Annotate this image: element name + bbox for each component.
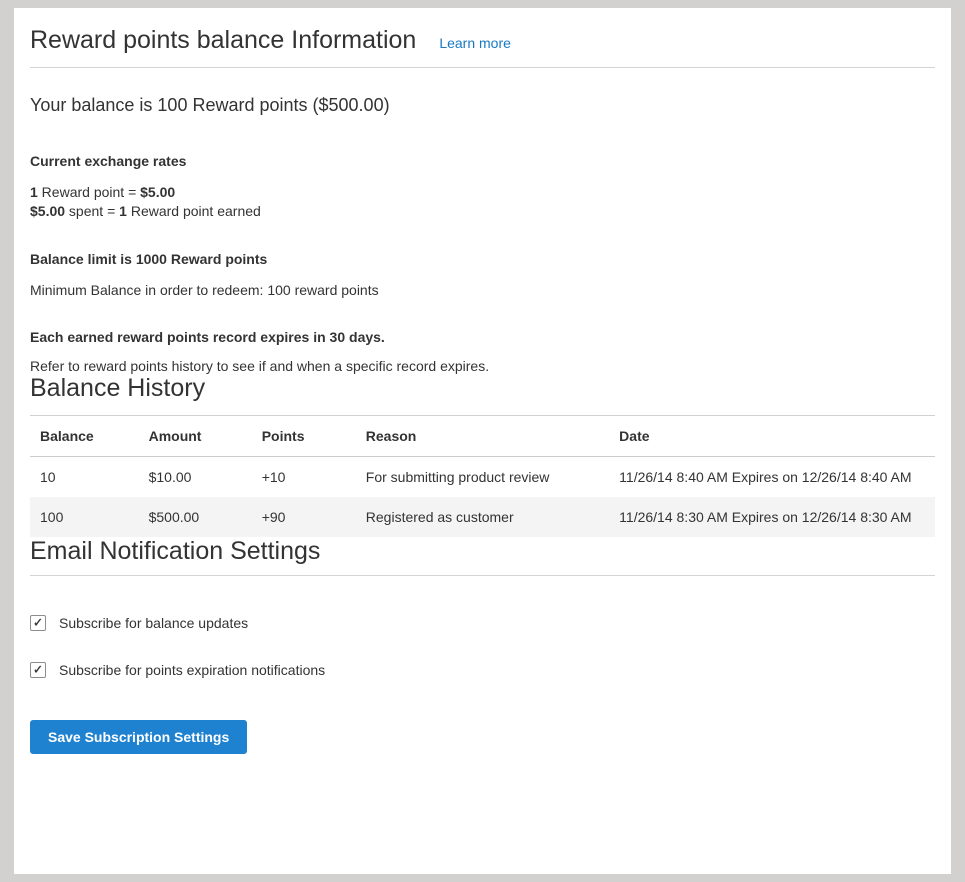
column-header-amount: Amount (139, 416, 252, 457)
column-header-points: Points (252, 416, 356, 457)
column-header-reason: Reason (356, 416, 609, 457)
balance-updates-label: Subscribe for balance updates (59, 615, 248, 631)
notification-divider (30, 575, 935, 576)
column-header-date: Date (609, 416, 935, 457)
cell-amount: $10.00 (139, 457, 252, 498)
balance-history-heading: Balance History (30, 374, 935, 402)
cell-balance: 100 (30, 497, 139, 537)
expiration-hint: Refer to reward points history to see if… (30, 358, 935, 374)
table-row: 100 $500.00 +90 Registered as customer 1… (30, 497, 935, 537)
reward-info-card: Reward points balance Information Learn … (14, 8, 951, 874)
cell-amount: $500.00 (139, 497, 252, 537)
cell-balance: 10 (30, 457, 139, 498)
exchange-rates-heading: Current exchange rates (30, 153, 935, 169)
minimum-redeem-text: Minimum Balance in order to redeem: 100 … (30, 282, 935, 298)
cell-reason: Registered as customer (356, 497, 609, 537)
balance-summary: Your balance is 100 Reward points ($500.… (30, 95, 935, 115)
balance-history-table: Balance Amount Points Reason Date 10 $10… (30, 415, 935, 537)
header-divider (30, 67, 935, 68)
checkmark-icon: ✓ (33, 617, 43, 629)
subscribe-expiration-row[interactable]: ✓ Subscribe for points expiration notifi… (30, 662, 935, 678)
cell-date: 11/26/14 8:40 AM Expires on 12/26/14 8:4… (609, 457, 935, 498)
subscribe-balance-updates-row[interactable]: ✓ Subscribe for balance updates (30, 615, 935, 631)
expiration-notice: Each earned reward points record expires… (30, 329, 935, 345)
exchange-rate-line-2: $5.00 spent = 1 Reward point earned (30, 202, 935, 221)
save-subscription-button[interactable]: Save Subscription Settings (30, 720, 247, 754)
page-header: Reward points balance Information Learn … (30, 8, 935, 55)
cell-reason: For submitting product review (356, 457, 609, 498)
points-expiration-label: Subscribe for points expiration notifica… (59, 662, 325, 678)
points-expiration-checkbox[interactable]: ✓ (30, 662, 46, 678)
email-notification-heading: Email Notification Settings (30, 537, 935, 565)
exchange-rates: 1 Reward point = $5.00 $5.00 spent = 1 R… (30, 183, 935, 221)
reward-points-page: { "colors": { "link_blue": "#1979c3", "b… (0, 0, 965, 882)
exchange-rate-line-1: 1 Reward point = $5.00 (30, 183, 935, 202)
cell-points: +90 (252, 497, 356, 537)
table-row: 10 $10.00 +10 For submitting product rev… (30, 457, 935, 498)
cell-date: 11/26/14 8:30 AM Expires on 12/26/14 8:3… (609, 497, 935, 537)
table-header-row: Balance Amount Points Reason Date (30, 416, 935, 457)
checkmark-icon: ✓ (33, 664, 43, 676)
page-title: Reward points balance Information (30, 26, 416, 55)
cell-points: +10 (252, 457, 356, 498)
column-header-balance: Balance (30, 416, 139, 457)
balance-limit-text: Balance limit is 1000 Reward points (30, 251, 935, 267)
learn-more-link[interactable]: Learn more (439, 35, 511, 51)
balance-updates-checkbox[interactable]: ✓ (30, 615, 46, 631)
